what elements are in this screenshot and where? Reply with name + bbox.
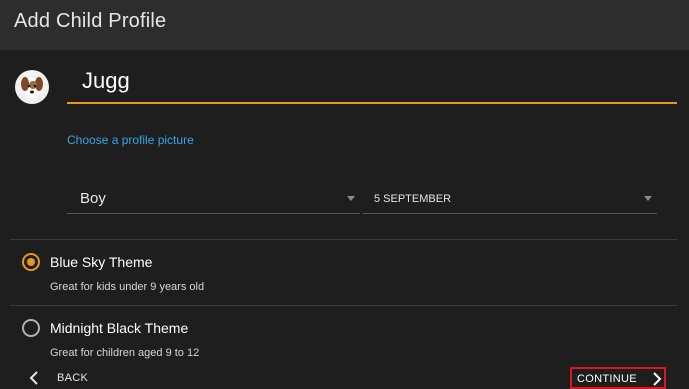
radio-button[interactable] <box>22 319 40 337</box>
radio-button-selected[interactable] <box>22 253 40 271</box>
theme-option-blue-sky[interactable]: Blue Sky Theme Great for kids under 9 ye… <box>10 244 677 304</box>
dropdown-arrow-icon <box>644 196 652 201</box>
gender-select[interactable]: Boy <box>67 186 360 214</box>
theme-option-midnight-black[interactable]: Midnight Black Theme Great for children … <box>10 310 677 370</box>
theme-description: Great for kids under 9 years old <box>50 281 205 293</box>
choose-profile-picture-link[interactable]: Choose a profile picture <box>67 133 194 147</box>
continue-label: CONTINUE <box>577 373 637 385</box>
page-title: Add Child Profile <box>14 10 167 32</box>
birthday-select[interactable]: 5 SEPTEMBER <box>363 186 657 214</box>
theme-label: Midnight Black Theme <box>50 320 189 336</box>
theme-description: Great for children aged 9 to 12 <box>50 347 200 359</box>
theme-label: Blue Sky Theme <box>50 254 153 270</box>
profile-name-value: Jugg <box>82 68 130 93</box>
back-button[interactable]: BACK <box>25 368 100 388</box>
dropdown-arrow-icon <box>347 196 355 201</box>
back-label: BACK <box>57 372 89 384</box>
gender-select-value: Boy <box>80 190 106 207</box>
continue-button[interactable]: CONTINUE <box>570 367 666 389</box>
chevron-right-icon <box>653 372 662 386</box>
puppy-avatar-icon[interactable] <box>15 70 49 104</box>
profile-name-field[interactable]: Jugg <box>67 62 677 104</box>
title-bar: Add Child Profile <box>0 0 689 50</box>
divider <box>10 239 677 240</box>
divider <box>10 305 677 306</box>
chevron-left-icon <box>29 371 38 385</box>
birthday-select-value: 5 SEPTEMBER <box>374 193 452 205</box>
